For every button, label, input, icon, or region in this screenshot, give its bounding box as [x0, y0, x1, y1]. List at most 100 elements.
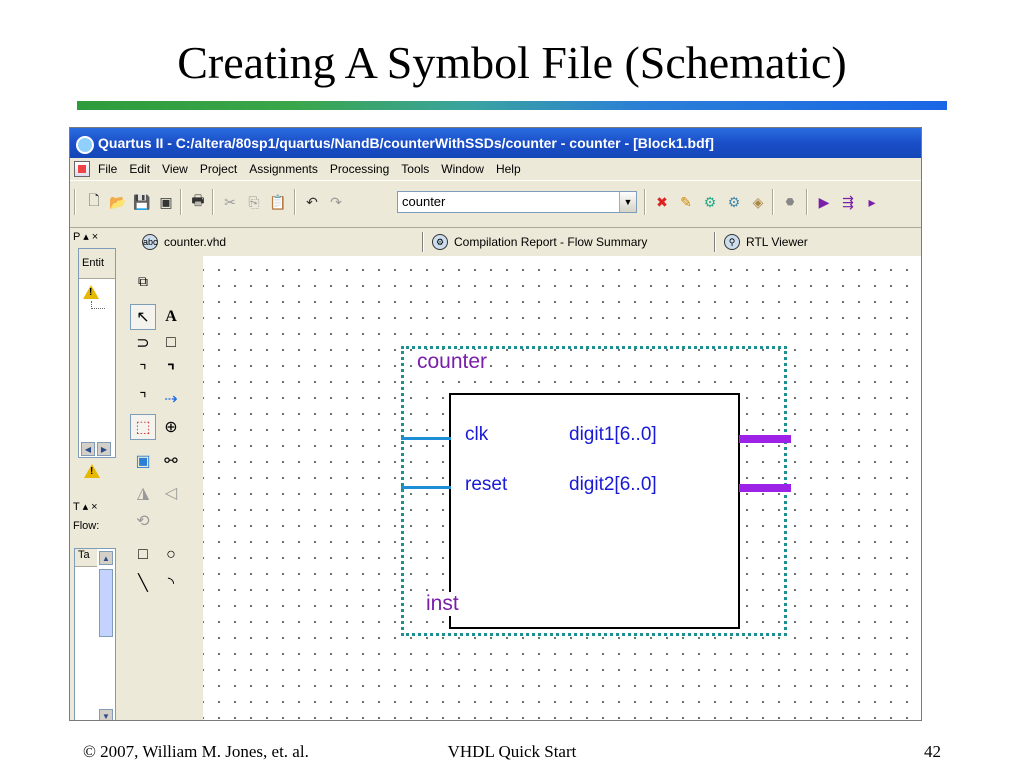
flow-label: Flow: [73, 520, 100, 532]
project-navigator-pane: P ▴ × Entit ◀ ▶ [70, 228, 118, 496]
orthogonal-node-icon[interactable]: ⌝ [130, 358, 156, 384]
paste-icon[interactable]: 📋 [268, 192, 288, 212]
port-clk: clk [465, 424, 489, 445]
hierarchy-tab-icon[interactable] [84, 464, 100, 478]
footer-course: VHDL Quick Start [447, 742, 577, 761]
cut-icon[interactable]: ✂ [220, 192, 240, 212]
tab-compilation-report[interactable]: ⚙ Compilation Report - Flow Summary [432, 234, 647, 250]
conduit-tool-icon[interactable]: ⌝ [130, 386, 156, 412]
toolbar-separator [294, 189, 296, 215]
menu-processing[interactable]: Processing [324, 162, 395, 176]
symbol-tool-icon[interactable]: ⊃ [130, 330, 156, 356]
chevron-down-icon[interactable]: ▼ [619, 192, 636, 212]
scroll-up-icon[interactable]: ▲ [99, 551, 113, 565]
save-all-icon[interactable]: ▣ [156, 192, 176, 212]
block-tool-icon[interactable]: □ [158, 330, 184, 356]
slide-number: 42 [924, 742, 941, 761]
assignment-editor-icon[interactable]: ✖ [652, 192, 672, 212]
tab-rtl-viewer[interactable]: ⚲ RTL Viewer [724, 234, 808, 250]
menu-edit[interactable]: Edit [123, 162, 156, 176]
schematic-canvas[interactable]: counter clk reset digit1[6..0] digit2[6.… [203, 256, 921, 720]
scrollbar-thumb[interactable] [99, 569, 113, 637]
menu-assignments[interactable]: Assignments [243, 162, 324, 176]
menu-window[interactable]: Window [435, 162, 490, 176]
new-file-icon[interactable]: 🗋 [84, 192, 104, 212]
rtl-viewer-icon: ⚲ [724, 234, 740, 250]
entity-column-header[interactable]: Entit [79, 249, 115, 279]
entity-combobox-value: counter [402, 194, 446, 209]
selection-tool-icon[interactable]: ↖ [130, 304, 156, 330]
scroll-right-icon[interactable]: ▶ [97, 442, 111, 456]
open-folder-icon[interactable]: 📂 [108, 192, 128, 212]
menu-project[interactable]: Project [194, 162, 243, 176]
toolbar-separator [806, 189, 808, 215]
menu-help[interactable]: Help [490, 162, 527, 176]
toolbar-separator [644, 189, 646, 215]
full-screen-icon[interactable]: ▣ [130, 448, 156, 474]
entity-combobox[interactable]: counter ▼ [397, 191, 637, 213]
text-tool-icon[interactable]: A [158, 304, 184, 330]
clk-pin[interactable] [401, 437, 451, 440]
stop-icon[interactable]: ⬣ [780, 192, 800, 212]
port-digit1: digit1[6..0] [569, 424, 657, 445]
port-reset: reset [465, 474, 508, 495]
orthogonal-bus-icon[interactable]: ⌝ [158, 358, 184, 384]
menu-view[interactable]: View [156, 162, 194, 176]
settings-icon[interactable]: ⚙ [700, 192, 720, 212]
menu-bar: File Edit View Project Assignments Proce… [70, 158, 921, 180]
copy-icon[interactable]: ⎘ [244, 192, 264, 212]
undo-icon[interactable]: ↶ [302, 192, 322, 212]
find-icon[interactable]: ⚯ [158, 448, 184, 474]
scroll-left-icon[interactable]: ◀ [81, 442, 95, 456]
detach-window-icon[interactable]: ⧉ [130, 268, 156, 294]
main-toolbar: 🗋 📂 💾 ▣ 🖶 ✂ ⎘ 📋 ↶ ↷ counter ▼ ✖ ✎ ⚙ ⚙ ◈ … [70, 180, 921, 228]
task-column-header[interactable]: Ta [75, 549, 97, 567]
print-icon[interactable]: 🖶 [188, 192, 208, 212]
rectangle-tool-icon[interactable]: □ [130, 542, 156, 568]
digit1-bus[interactable] [739, 435, 791, 443]
toolbar-separator [772, 189, 774, 215]
chip-planner-icon[interactable]: ◈ [748, 192, 768, 212]
redo-icon[interactable]: ↷ [326, 192, 346, 212]
menu-file[interactable]: File [92, 162, 123, 176]
toolbar-separator [74, 189, 76, 215]
start-timing-icon[interactable]: ▸ [862, 192, 882, 212]
partial-line-select-icon[interactable]: ⬚ [130, 414, 156, 440]
tasks-pane-header[interactable]: T ▴ × [73, 500, 98, 513]
reset-pin[interactable] [401, 486, 451, 489]
start-analysis-icon[interactable]: ⇶ [838, 192, 858, 212]
slide-title: Creating A Symbol File (Schematic) [177, 37, 847, 88]
tasks-pane: T ▴ × Flow: Ta ▲ ▼ [70, 496, 118, 720]
warning-icon [83, 285, 99, 299]
zoom-icon[interactable]: ⊕ [158, 414, 184, 440]
pin-planner-icon[interactable]: ✎ [676, 192, 696, 212]
tab-counter-vhd[interactable]: abc counter.vhd [142, 234, 226, 250]
menu-tools[interactable]: Tools [395, 162, 435, 176]
line-tool-icon[interactable]: ╲ [130, 570, 156, 596]
window-title: Quartus II - C:/altera/80sp1/quartus/Nan… [98, 135, 714, 151]
rotate-icon[interactable]: ⟲ [130, 508, 156, 534]
flip-horizontal-icon[interactable]: ◮ [130, 480, 156, 506]
arc-tool-icon[interactable]: ◝ [158, 570, 184, 596]
analysis-icon[interactable]: ⚙ [724, 192, 744, 212]
save-icon[interactable]: 💾 [132, 192, 152, 212]
vhdl-file-icon: abc [142, 234, 158, 250]
document-icon[interactable] [74, 161, 90, 177]
flip-vertical-icon[interactable]: ◁ [158, 480, 184, 506]
title-divider [77, 101, 947, 110]
project-pane-header[interactable]: P ▴ × [73, 230, 98, 243]
entity-list[interactable]: Entit ◀ ▶ [78, 248, 116, 458]
start-compilation-icon[interactable]: ▶ [814, 192, 834, 212]
task-list[interactable]: Ta ▲ ▼ [74, 548, 116, 720]
tab-label: RTL Viewer [746, 235, 808, 249]
symbol-name: counter [415, 350, 490, 374]
window-titlebar[interactable]: Quartus II - C:/altera/80sp1/quartus/Nan… [70, 128, 921, 158]
scroll-down-icon[interactable]: ▼ [99, 709, 113, 720]
digit2-bus[interactable] [739, 484, 791, 492]
tree-connector [91, 301, 105, 309]
toolbar-separator [212, 189, 214, 215]
oval-tool-icon[interactable]: ○ [158, 542, 184, 568]
instance-name: inst [424, 592, 461, 616]
toolbar-separator [180, 189, 182, 215]
rubberbanding-icon[interactable]: ⇢ [158, 386, 184, 412]
